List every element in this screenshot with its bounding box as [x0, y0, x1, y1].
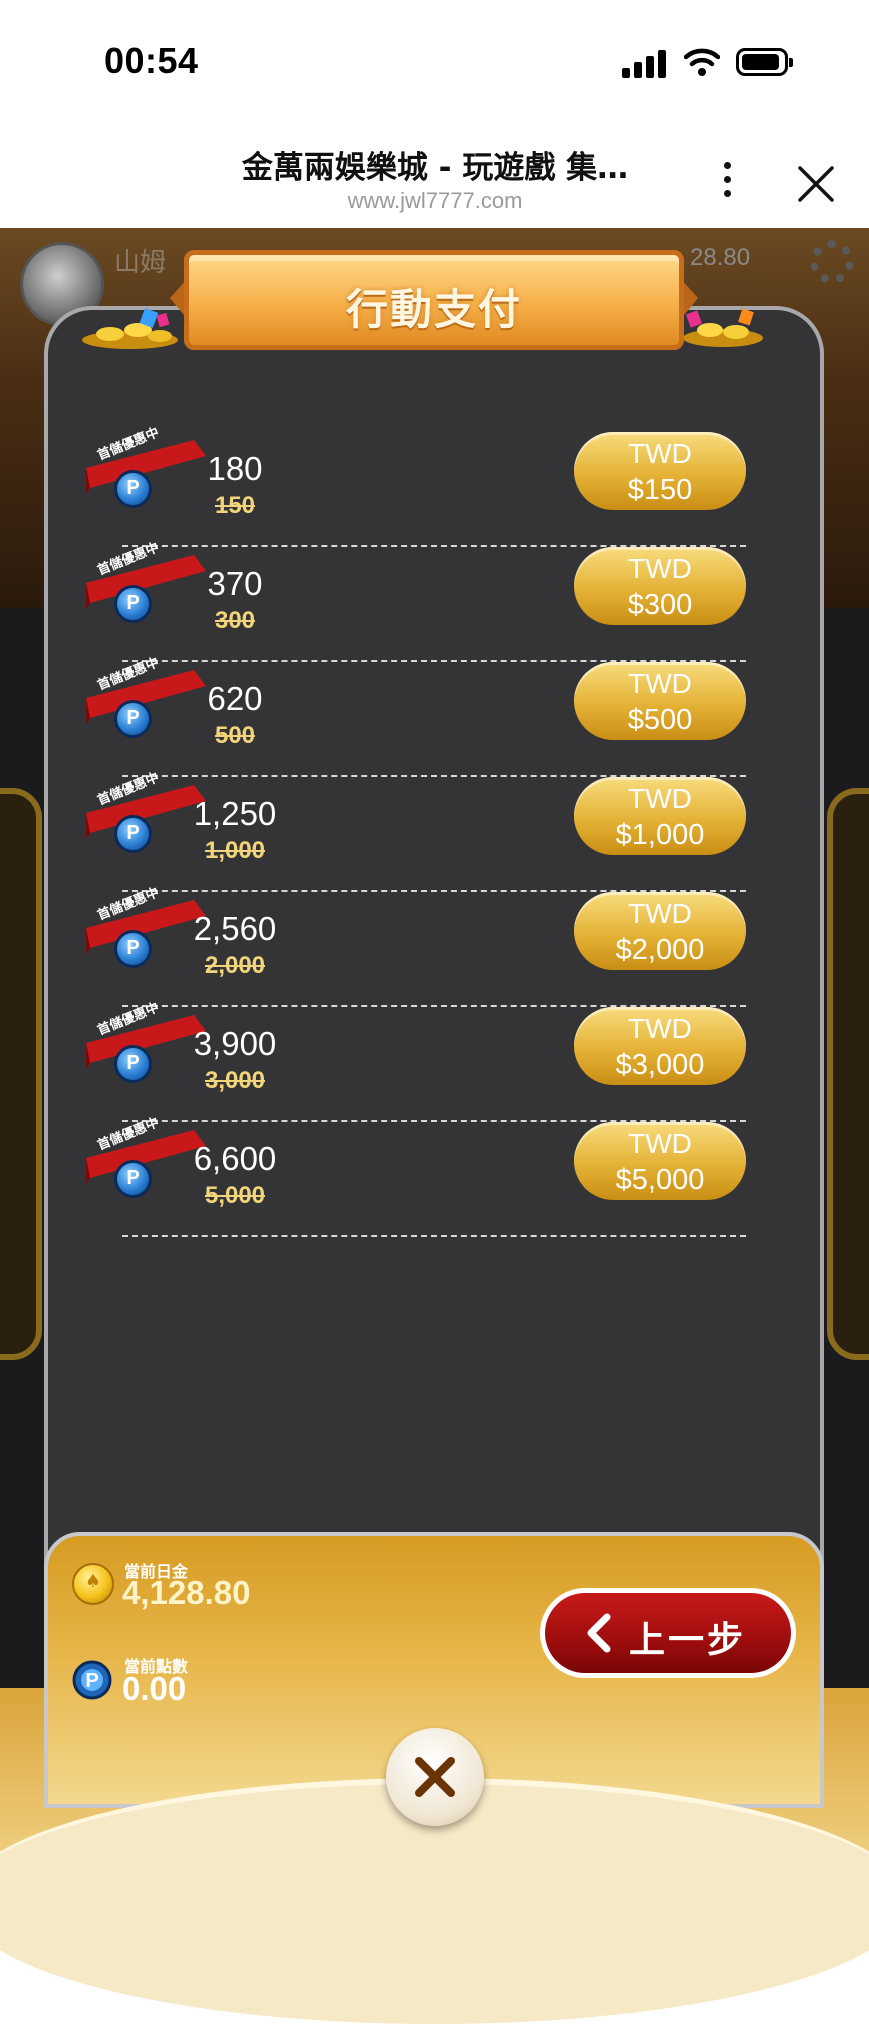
buy-button[interactable]: TWD $2,000 [574, 892, 746, 970]
points-coin-icon: P [114, 470, 152, 508]
points-coin-icon: P [114, 1160, 152, 1198]
points-amount: 370 [207, 565, 263, 602]
background-username: 山姆 [114, 248, 167, 278]
price-currency: TWD [628, 553, 692, 584]
price-currency: TWD [628, 783, 692, 814]
payment-option-row: 首儲優惠中 P 2,560 2,000 TWD $2,000 [86, 885, 746, 1007]
gear-icon[interactable] [810, 240, 854, 284]
buy-button[interactable]: TWD $5,000 [574, 1122, 746, 1200]
buy-button[interactable]: TWD $150 [574, 432, 746, 510]
points-coin-icon: P [114, 1045, 152, 1083]
dialog-title-banner: 行動支付 [170, 240, 698, 366]
price-currency: TWD [628, 1128, 692, 1159]
points-coin-icon: P [114, 585, 152, 623]
points-amount: 6,600 [193, 1140, 277, 1177]
more-vertical-icon[interactable] [715, 158, 741, 202]
price-currency: TWD [628, 898, 692, 929]
points-coin-icon: P [72, 1660, 112, 1700]
background-balance: 28.80 [690, 244, 751, 271]
price-currency: TWD [628, 438, 692, 469]
back-button-label: 上一步 [629, 1620, 747, 1661]
points-value: 0.00 [122, 1670, 187, 1707]
original-amount: 2,000 [204, 952, 266, 979]
original-amount: 500 [214, 722, 256, 749]
price-amount: $500 [627, 704, 693, 736]
back-button[interactable]: 上一步 [540, 1588, 796, 1678]
payment-option-row: 首儲優惠中 P 3,900 3,000 TWD $3,000 [86, 1000, 746, 1122]
price-currency: TWD [628, 668, 692, 699]
price-amount: $5,000 [615, 1164, 705, 1196]
dialog-title: 行動支付 [345, 285, 522, 334]
points-amount: 620 [207, 680, 263, 717]
points-amount: 3,900 [193, 1025, 277, 1062]
coin-pile-left-icon [82, 308, 178, 349]
payment-option-row: 首儲優惠中 P 620 500 TWD $500 [86, 655, 746, 777]
points-amount: 180 [207, 450, 263, 487]
price-amount: $3,000 [615, 1049, 705, 1081]
payment-option-row: 首儲優惠中 P 370 300 TWD $300 [86, 540, 746, 662]
buy-button[interactable]: TWD $3,000 [574, 1007, 746, 1085]
chevron-left-icon [587, 1613, 611, 1653]
page-title: 金萬兩娛樂城 - 玩遊戲 集… [241, 150, 629, 186]
buy-button[interactable]: TWD $500 [574, 662, 746, 740]
points-amount: 2,560 [193, 910, 277, 947]
wifi-icon [684, 48, 720, 76]
status-bar: 00:54 [0, 0, 869, 120]
svg-text:P: P [85, 1670, 98, 1692]
payment-option-row: 首儲優惠中 P 6,600 5,000 TWD $5,000 [86, 1115, 746, 1237]
buy-button[interactable]: TWD $1,000 [574, 777, 746, 855]
points-amount: 1,250 [193, 795, 277, 832]
price-currency: TWD [628, 1013, 692, 1044]
price-amount: $300 [627, 589, 693, 621]
close-icon [415, 1757, 455, 1797]
close-dialog-button[interactable] [386, 1728, 484, 1826]
payment-option-row: 首儲優惠中 P 1,250 1,000 TWD $1,000 [86, 770, 746, 892]
payment-option-row: 首儲優惠中 P 180 150 TWD $150 [86, 425, 746, 547]
status-time: 00:54 [104, 40, 199, 81]
buy-button[interactable]: TWD $300 [574, 547, 746, 625]
original-amount: 300 [214, 607, 256, 634]
points-coin-icon: P [114, 815, 152, 853]
gold-value: 4,128.80 [122, 1574, 251, 1611]
points-coin-icon: P [114, 700, 152, 738]
cellular-signal-icon [622, 48, 668, 78]
original-amount: 5,000 [204, 1182, 266, 1209]
page-url: www.jwl7777.com [347, 188, 523, 213]
points-coin-icon: P [114, 930, 152, 968]
browser-header: 金萬兩娛樂城 - 玩遊戲 集… www.jwl7777.com [0, 120, 869, 228]
battery-icon [736, 48, 793, 76]
close-icon[interactable] [792, 160, 840, 208]
decor-pillar-right [827, 788, 869, 1360]
original-amount: 3,000 [204, 1067, 266, 1094]
original-amount: 1,000 [204, 837, 266, 864]
row-divider [122, 1235, 746, 1237]
original-amount: 150 [214, 492, 256, 519]
price-amount: $1,000 [615, 819, 705, 851]
price-amount: $2,000 [615, 934, 705, 966]
gold-coin-icon: ♠ [72, 1563, 114, 1605]
decor-pillar-left [0, 788, 42, 1360]
price-amount: $150 [627, 474, 693, 506]
